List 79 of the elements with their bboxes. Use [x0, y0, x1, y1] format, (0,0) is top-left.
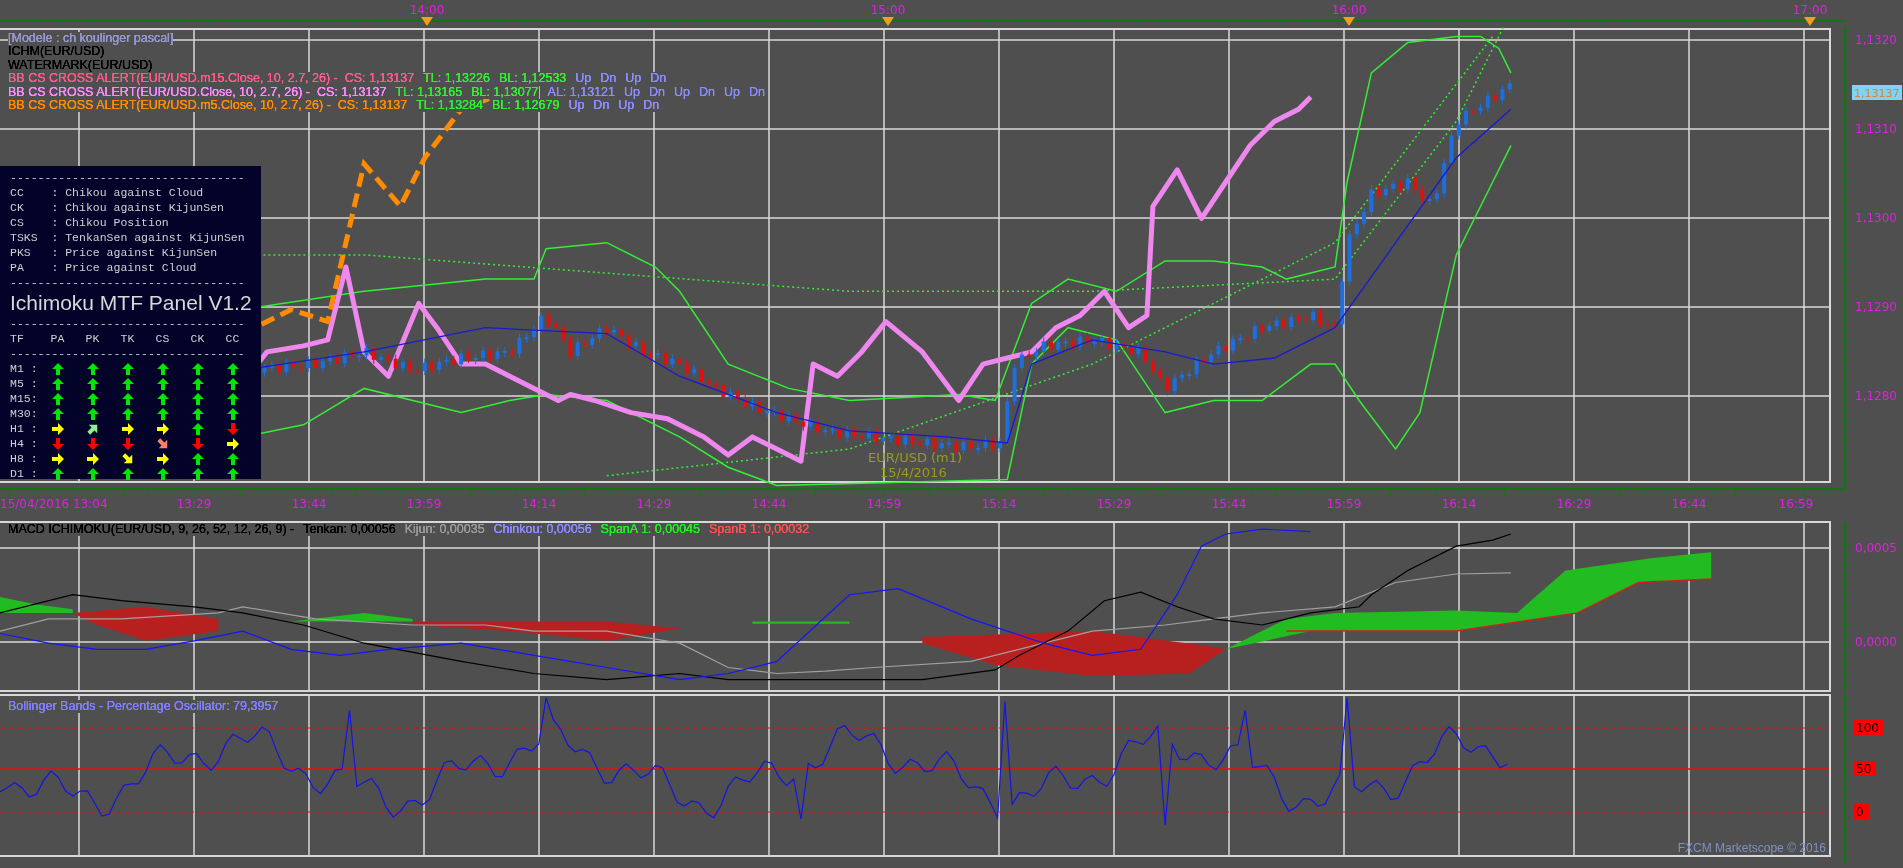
- legend-text: Chinkou: 0,00056: [493, 523, 592, 537]
- panel-title: Ichimoku MTF Panel V1.2: [10, 290, 253, 316]
- timeframe-label: H1 :: [10, 421, 39, 436]
- legend-text: Up: [618, 98, 635, 113]
- level-axis-label: 0: [1854, 804, 1869, 819]
- time-marker-label: 16:00: [1331, 3, 1367, 17]
- legend-text: Dn: [698, 85, 715, 99]
- time-axis-label: 14:29: [636, 497, 672, 511]
- timeframe-label: M15:: [10, 391, 39, 406]
- time-axis-label: 15:29: [1096, 497, 1132, 511]
- column-header: CC: [224, 331, 241, 346]
- time-axis-label: 14:59: [866, 497, 902, 511]
- legend-text: Up: [625, 72, 642, 86]
- panel-legend-text: TSKS : TenkanSen against KijunSen: [10, 230, 246, 245]
- time-axis-label: 14:14: [521, 497, 557, 511]
- legend-text: Dn: [643, 98, 660, 113]
- panel-legend-text: CS : Chikou Position: [10, 215, 170, 230]
- timeframe-label: M5 :: [10, 376, 39, 391]
- timeframe-label: M1 :: [10, 361, 39, 376]
- timeframe-label: H8 :: [10, 451, 39, 466]
- panel-legend-text: PA : Price against Cloud: [10, 260, 198, 275]
- time-axis-label: 15:14: [981, 497, 1017, 511]
- oscillator-title: Bollinger Bands - Percentage Oscillator: 79,3957: [8, 700, 279, 714]
- time-axis-label: 16:29: [1556, 497, 1592, 511]
- legend-text: [Modele : ch koulinger pascal]: [8, 32, 174, 46]
- panel-legend-text: PKS : Price against KijunSen: [10, 245, 219, 260]
- legend-text: SpanB 1: 0,00032: [709, 523, 810, 537]
- time-axis-label: 14:44: [751, 497, 787, 511]
- price-axis-label: 1,1280: [1855, 389, 1897, 403]
- time-axis-label: 16:59: [1778, 497, 1814, 511]
- time-axis-label: 15:59: [1326, 497, 1362, 511]
- legend-text: BL: 1,12533: [498, 72, 567, 86]
- legend-text: Tenkan: 0,00056: [303, 523, 396, 537]
- column-header: PA: [49, 331, 66, 346]
- legend-text: Dn: [748, 85, 765, 99]
- timeframe-label: M30:: [10, 406, 39, 421]
- price-axis-label: 1,1320: [1855, 33, 1897, 47]
- legend-text: BB CS CROSS ALERT(EUR/USD.m15.Close, 10, 2.7, 26) - CS: 1,13137: [8, 72, 415, 86]
- time-axis-label: 13:59: [406, 497, 442, 511]
- separator-text: ----------------------------------: [10, 275, 246, 290]
- panel-legend-text: CK : Chikou against KijunSen: [10, 200, 225, 215]
- time-marker-label: 17:00: [1792, 3, 1828, 17]
- column-header: CK: [189, 331, 206, 346]
- time-axis-label: 16:14: [1441, 497, 1477, 511]
- macd-axis-label: 0,0000: [1855, 635, 1897, 649]
- price-axis-label: 1,1290: [1855, 300, 1897, 314]
- legend-text: TL: 1,13226: [423, 72, 490, 86]
- time-axis-label: 16:44: [1671, 497, 1707, 511]
- time-axis-label: 13:44: [291, 497, 327, 511]
- separator-text: ----------------------------------: [10, 316, 246, 331]
- legend-text: Kijun: 0,00035: [404, 523, 485, 537]
- separator-text: ----------------------------------: [10, 346, 246, 361]
- macd-axis-label: 0,0005: [1855, 541, 1897, 555]
- timeframe-label: D1 :: [10, 466, 39, 481]
- column-header: CS: [154, 331, 171, 346]
- legend-text: MACD ICHIMOKU(EUR/USD, 9, 26, 52, 12, 26, 9) -: [8, 523, 295, 537]
- level-axis-label: 100: [1854, 720, 1883, 735]
- time-marker-label: 14:00: [409, 3, 445, 17]
- column-header: TK: [119, 331, 136, 346]
- legend-text: Up: [575, 72, 592, 86]
- timeframe-label: H4 :: [10, 436, 39, 451]
- legend-text: Up: [723, 85, 740, 99]
- time-axis-label: 15/04/2016 13:04: [0, 497, 108, 511]
- column-header: PK: [84, 331, 101, 346]
- separator-text: ----------------------------------: [10, 170, 246, 185]
- panel-legend-text: CC : Chikou against Cloud: [10, 185, 205, 200]
- legend-text: Dn: [650, 72, 667, 86]
- time-axis-label: 13:29: [176, 497, 212, 511]
- price-axis-label: 1,1310: [1855, 122, 1897, 136]
- price-axis-label: 1,1300: [1855, 211, 1897, 225]
- time-marker-label: 15:00: [870, 3, 906, 17]
- legend-text: SpanA 1: 0,00045: [600, 523, 700, 537]
- legend-text: Up: [673, 85, 690, 99]
- level-axis-label: 50: [1854, 761, 1876, 776]
- current-price-tag: 1,13137: [1852, 85, 1902, 100]
- legend-text: ICHM(EUR/USD): [8, 45, 105, 59]
- legend-text: WATERMARK(EUR/USD): [8, 58, 153, 73]
- column-header: TF: [10, 331, 25, 346]
- time-axis-label: 15:44: [1211, 497, 1247, 511]
